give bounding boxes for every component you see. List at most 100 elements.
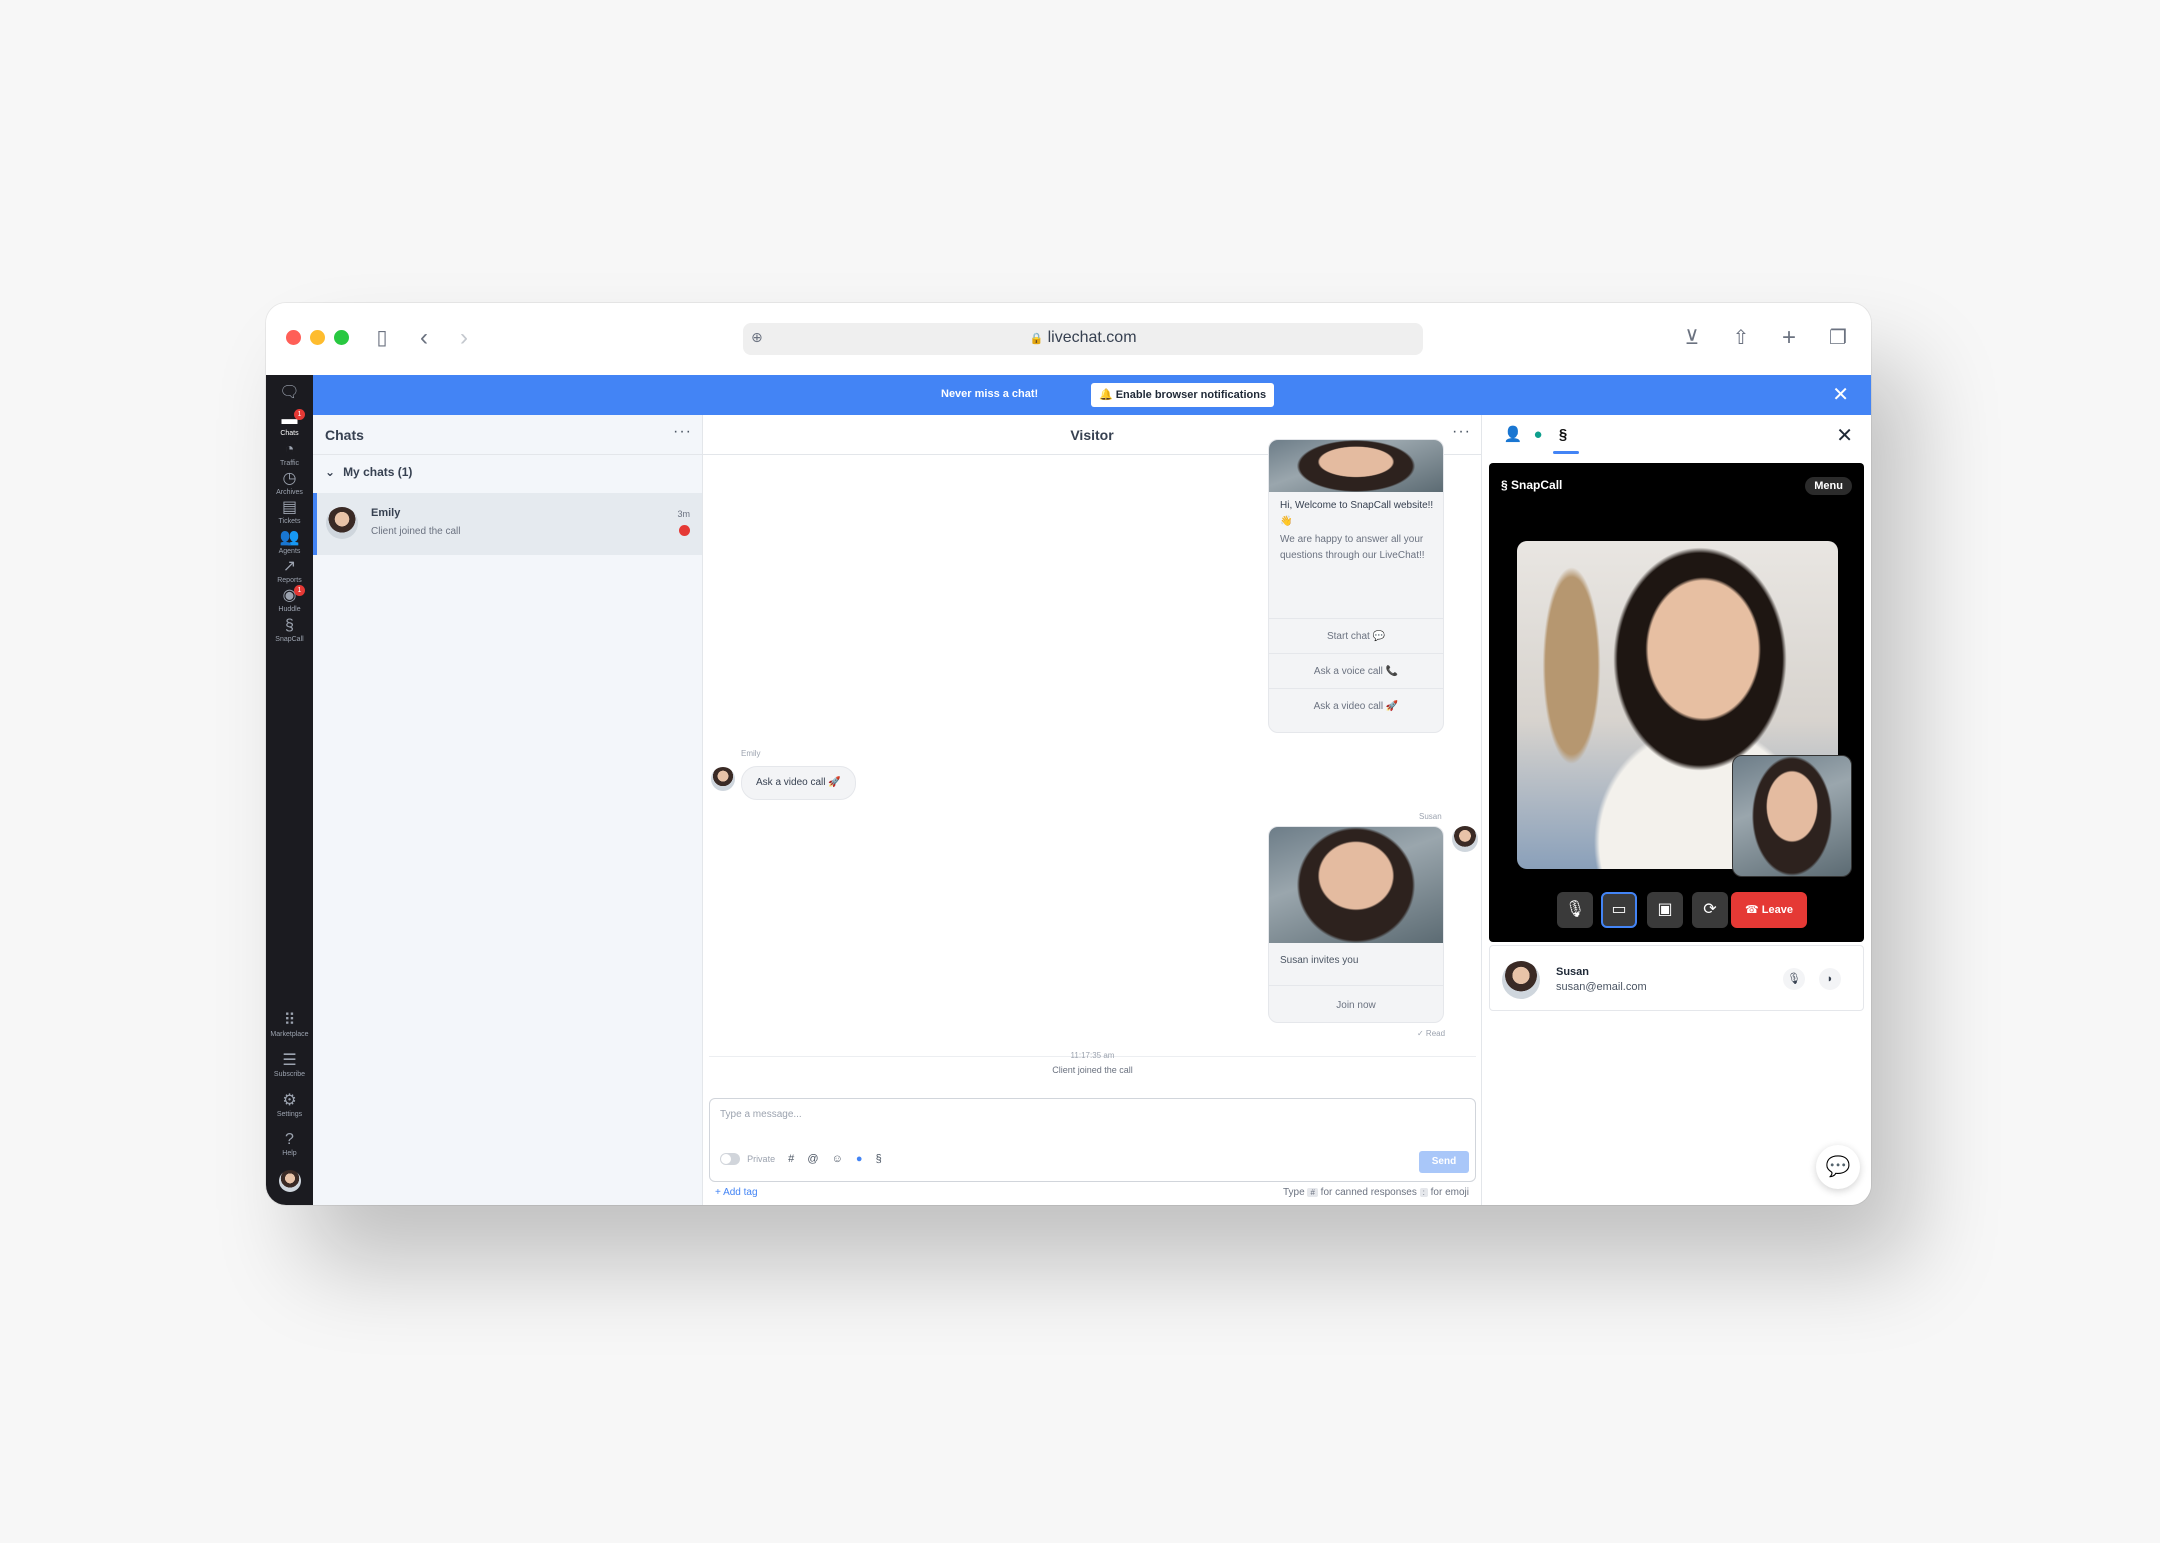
participant-avatar — [1502, 961, 1540, 999]
composer-tools: Private # @ ☺ ● § — [720, 1153, 882, 1166]
hint-key-colon: : — [1419, 1188, 1428, 1197]
leave-call-button[interactable]: ☎ Leave — [1731, 892, 1807, 928]
active-tab-indicator — [1553, 451, 1579, 454]
chat-item-name: Emily — [371, 507, 401, 519]
banner-message: Never miss a chat! — [941, 388, 1039, 400]
nav-item-help[interactable]: ? Help — [266, 1131, 313, 1158]
hang-up-icon: ☎ — [1745, 904, 1759, 916]
chat-more-icon[interactable]: ··· — [1452, 423, 1471, 441]
chat-list-item[interactable]: Emily Client joined the call 3m — [313, 493, 702, 555]
leave-label: Leave — [1761, 904, 1793, 916]
private-toggle[interactable] — [720, 1153, 740, 1166]
hint-prefix: Type — [1282, 1187, 1305, 1198]
nav-item-settings[interactable]: ⚙ Settings — [266, 1092, 313, 1119]
join-now-button[interactable]: Join now — [1269, 985, 1443, 1022]
emily-avatar — [326, 507, 358, 539]
nav-item-traffic[interactable]: ◔ Traffic — [266, 441, 313, 468]
camera-icon[interactable]: ▭ — [1601, 892, 1637, 928]
customer-tab-icon[interactable]: 👤 — [1502, 425, 1524, 443]
snapcall-menu-button[interactable]: Menu — [1805, 477, 1852, 495]
add-tag-link[interactable]: + Add tag — [715, 1187, 758, 1198]
participant-email: susan@email.com — [1556, 981, 1647, 993]
participant-signal-icon[interactable]: ◗ — [1819, 968, 1841, 990]
nav-item-tickets[interactable]: ▤ Tickets — [266, 499, 313, 526]
call-invite-card: Susan invites you Join now — [1268, 826, 1444, 1023]
maximize-window-button[interactable] — [334, 330, 349, 345]
nav-item-reports[interactable]: ↗ Reports — [266, 558, 313, 585]
welcome-greeting: Hi, Welcome to SnapCall website!! 👋 — [1280, 500, 1434, 527]
share-icon[interactable]: ⇧ — [1728, 325, 1754, 351]
agent-avatar[interactable] — [279, 1170, 301, 1192]
livechat-logo-icon: 🗨 — [279, 384, 300, 401]
nav-item-agents[interactable]: 👥 Agents — [266, 529, 313, 556]
close-banner-icon[interactable]: ✕ — [1832, 383, 1849, 407]
tab-overview-icon[interactable]: ❐ — [1825, 325, 1851, 351]
attachment-icon[interactable]: @ — [807, 1153, 818, 1165]
notification-banner: Never miss a chat! 🔔 Enable browser noti… — [313, 375, 1871, 415]
hash-icon[interactable]: # — [788, 1153, 794, 1165]
close-panel-icon[interactable]: ✕ — [1836, 423, 1853, 448]
switch-camera-icon[interactable]: ⟳ — [1692, 892, 1728, 928]
voice-call-option[interactable]: Ask a voice call 📞 — [1269, 653, 1443, 688]
subscribe-icon: ☰ — [282, 1052, 297, 1069]
read-status: ✓ Read — [1417, 1029, 1446, 1038]
agent-sender: Susan — [1419, 812, 1442, 821]
my-chats-section[interactable]: ⌄ My chats (1) — [325, 465, 412, 479]
welcome-card: Hi, Welcome to SnapCall website!! 👋 We a… — [1268, 439, 1444, 733]
lock-icon: 🔒 — [1029, 333, 1044, 345]
chat-tab-icon[interactable]: ● — [1527, 426, 1549, 443]
chat-widget-button[interactable]: 💬 — [1816, 1145, 1860, 1189]
huddle-icon: ◉ — [282, 587, 297, 604]
bell-icon: 🔔 — [1098, 389, 1113, 401]
send-button[interactable]: Send — [1419, 1151, 1469, 1173]
url-text: livechat.com — [1047, 329, 1137, 346]
close-window-button[interactable] — [286, 330, 301, 345]
start-chat-option[interactable]: Start chat 💬 — [1269, 618, 1443, 653]
visitor-sender: Emily — [741, 749, 761, 758]
emoji-icon[interactable]: ☺ — [832, 1153, 843, 1165]
browser-window: ▯ ‹ › ⊕ 🔒 livechat.com ⊻ ⇧ + ❐ 🗨 ▬ Chats … — [266, 303, 1871, 1205]
message-composer[interactable]: Type a message... Private # @ ☺ ● § Send — [709, 1098, 1476, 1182]
download-icon[interactable]: ⊻ — [1679, 325, 1705, 351]
tickets-icon: ▤ — [281, 499, 298, 516]
chat-icon: ▬ — [281, 411, 298, 428]
rich-message-icon[interactable]: ● — [856, 1153, 863, 1165]
participant-mic-icon[interactable]: 🎙 — [1783, 968, 1805, 990]
welcome-body: We are happy to answer all your question… — [1280, 534, 1425, 561]
app-nav: 🗨 ▬ Chats 1 ◔ Traffic ◷ Archives ▤ Tickets 👥… — [266, 375, 313, 1205]
chats-more-icon[interactable]: ··· — [673, 423, 692, 441]
details-panel: 👤 ● § ✕ § SnapCall Menu 🎙 ▭ ▣ ⟳ ☎ Leave Su… — [1482, 415, 1871, 1205]
chats-header: Chats ··· — [313, 415, 702, 455]
minimize-window-button[interactable] — [310, 330, 325, 345]
local-video-preview[interactable] — [1732, 755, 1852, 877]
nav-item-snapcall[interactable]: § SnapCall — [266, 617, 313, 644]
nav-item-archives[interactable]: ◷ Archives — [266, 470, 313, 497]
enable-notifications-button[interactable]: 🔔 Enable browser notifications — [1091, 383, 1274, 407]
new-tab-icon[interactable]: + — [1776, 325, 1802, 351]
nav-item-subscribe[interactable]: ☰ Subscribe — [266, 1052, 313, 1079]
microphone-icon[interactable]: 🎙 — [1557, 892, 1593, 928]
hint-key-hash: # — [1307, 1188, 1318, 1197]
agent-message-avatar — [1452, 826, 1478, 852]
participant-name: Susan — [1556, 966, 1590, 978]
forward-icon[interactable]: › — [451, 325, 477, 351]
message-input[interactable]: Type a message... — [720, 1109, 802, 1120]
snapcall-logo-icon: § — [1501, 478, 1508, 492]
event-time: 11:17:35 am — [1070, 1051, 1115, 1060]
snapcall-tab-icon[interactable]: § — [1552, 426, 1574, 443]
video-call-option[interactable]: Ask a video call 🚀 — [1269, 688, 1443, 723]
nav-item-marketplace[interactable]: ⠿ Marketplace — [266, 1012, 313, 1039]
gear-icon: ⚙ — [282, 1092, 297, 1109]
snapcall-composer-icon[interactable]: § — [876, 1153, 882, 1165]
screen-share-icon[interactable]: ▣ — [1647, 892, 1683, 928]
sidebar-toggle-icon[interactable]: ▯ — [369, 325, 395, 351]
back-icon[interactable]: ‹ — [411, 325, 437, 351]
enable-notifications-label: Enable browser notifications — [1115, 389, 1267, 401]
address-bar[interactable]: ⊕ 🔒 livechat.com — [743, 323, 1423, 355]
nav-item-huddle[interactable]: ◉ Huddle 1 — [266, 585, 313, 614]
unread-indicator — [679, 525, 690, 536]
chats-panel: Chats ··· ⌄ My chats (1) Emily Client joi… — [313, 415, 703, 1205]
nav-item-chats[interactable]: ▬ Chats 1 — [266, 409, 313, 438]
hint-emoji: for emoji — [1430, 1187, 1469, 1198]
welcome-card-image — [1269, 440, 1443, 492]
